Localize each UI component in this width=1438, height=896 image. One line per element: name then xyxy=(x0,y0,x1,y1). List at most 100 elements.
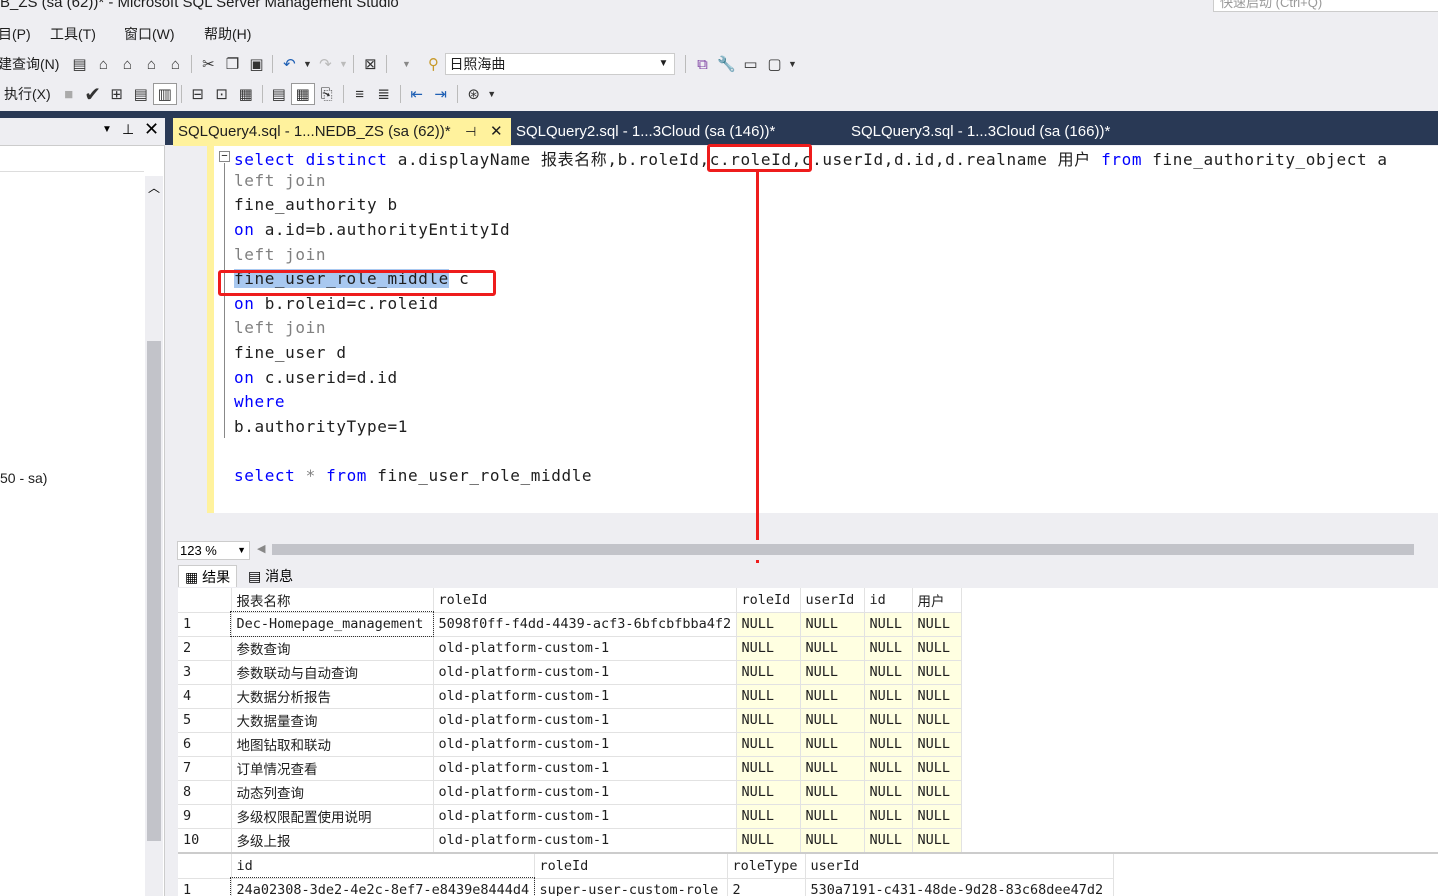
table-row[interactable]: 3 参数联动与自动查询 old-platform-custom-1 NULL NULL N… xyxy=(178,660,962,685)
table-cell[interactable]: old-platform-custom-1 xyxy=(433,708,737,733)
panel-dropdown-icon[interactable]: ▼ xyxy=(102,124,112,135)
scrollbar-thumb[interactable] xyxy=(147,341,161,841)
table-cell[interactable]: NULL xyxy=(912,828,962,853)
table-cell[interactable]: 多级上报 xyxy=(231,828,434,853)
table-cell[interactable]: NULL xyxy=(800,732,865,757)
redo-dropdown-icon[interactable]: ▼ xyxy=(337,53,349,75)
row-number[interactable]: 2 xyxy=(178,636,232,661)
zoom-select[interactable]: 123 % ▼ xyxy=(177,541,250,560)
close-icon[interactable]: ✕ xyxy=(144,119,159,140)
table-cell[interactable]: NULL xyxy=(864,804,913,829)
table-cell[interactable]: 2 xyxy=(727,878,806,896)
table-cell[interactable]: NULL xyxy=(864,780,913,805)
stop-icon[interactable]: ■ xyxy=(57,83,81,105)
include-plan-icon[interactable]: ▤ xyxy=(267,83,291,105)
table-cell[interactable]: NULL xyxy=(912,756,962,781)
table-row[interactable]: 8 动态列查询 old-platform-custom-1 NULL NULL NULL N… xyxy=(178,780,962,805)
table-cell[interactable]: old-platform-custom-1 xyxy=(433,804,737,829)
column-header[interactable]: 报表名称 xyxy=(231,588,434,613)
menu-window[interactable]: 窗口(W) xyxy=(124,24,175,44)
table-cell[interactable]: 大数据量查询 xyxy=(231,708,434,733)
table-cell[interactable]: old-platform-custom-1 xyxy=(433,780,737,805)
table-cell[interactable]: NULL xyxy=(736,660,801,685)
xmla-icon[interactable]: ⌂ xyxy=(139,53,163,75)
toolbox-icon[interactable]: ▭ xyxy=(738,53,762,75)
row-number[interactable]: 5 xyxy=(178,708,232,733)
table-cell[interactable]: NULL xyxy=(736,828,801,853)
table-cell[interactable]: super-user-custom-role xyxy=(534,878,728,896)
mdx-icon[interactable]: ⌂ xyxy=(91,53,115,75)
console-icon[interactable]: ▢ xyxy=(762,53,786,75)
copy-icon[interactable]: ❐ xyxy=(220,53,244,75)
dax-icon[interactable]: ⌂ xyxy=(163,53,187,75)
grid-results-icon[interactable]: ▦ xyxy=(290,83,315,105)
connection-node[interactable]: 50 - sa) xyxy=(0,470,47,486)
table-cell[interactable]: NULL xyxy=(736,708,801,733)
table-row[interactable]: 2 参数查询 old-platform-custom-1 NULL NULL NULL NU… xyxy=(178,636,962,661)
table-cell[interactable]: 大数据分析报告 xyxy=(231,684,434,709)
table-cell[interactable]: 530a7191-c431-48de-9d28-83c68dee47d2 xyxy=(805,878,1114,896)
execute-button[interactable]: 执行(X) xyxy=(4,84,51,104)
results-grid-2[interactable]: id roleId roleType userId 1 24a02308-3de2… xyxy=(178,854,1114,896)
close-icon[interactable]: ✕ xyxy=(490,118,503,146)
column-header[interactable]: userId xyxy=(800,588,865,613)
increase-indent-icon[interactable]: ⇥ xyxy=(429,83,453,105)
table-cell[interactable]: 多级权限配置使用说明 xyxy=(231,804,434,829)
pin-icon[interactable]: ⊣ xyxy=(465,118,476,146)
column-header[interactable]: roleId xyxy=(534,854,728,879)
table-row[interactable]: 5 大数据量查询 old-platform-custom-1 NULL NULL NULL… xyxy=(178,708,962,733)
menu-project[interactable]: 目(P) xyxy=(0,24,31,44)
specify-values-icon[interactable]: ⊛ xyxy=(462,83,486,105)
row-number[interactable]: 4 xyxy=(178,684,232,709)
table-cell[interactable]: NULL xyxy=(800,828,865,853)
table-cell[interactable]: NULL xyxy=(736,804,801,829)
table-cell[interactable]: NULL xyxy=(800,708,865,733)
row-number[interactable]: 7 xyxy=(178,756,232,781)
tab-sqlquery4[interactable]: SQLQuery4.sql - 1...NEDB_ZS (sa (62))* ⊣… xyxy=(173,118,511,146)
cut-icon[interactable]: ✂ xyxy=(196,53,220,75)
table-cell[interactable]: 5098f0ff-f4dd-4439-acf3-6bfcbfbba4f2 xyxy=(433,612,737,637)
table-cell[interactable]: NULL xyxy=(864,660,913,685)
table-cell[interactable]: old-platform-custom-1 xyxy=(433,684,737,709)
table-cell[interactable]: NULL xyxy=(736,684,801,709)
menu-tools[interactable]: 工具(T) xyxy=(50,24,96,44)
table-cell[interactable]: old-platform-custom-1 xyxy=(433,756,737,781)
tab-results[interactable]: ▦ 结果 xyxy=(178,565,238,587)
results-grid-1[interactable]: 报表名称 roleId roleId userId id 用户 1 Dec-Hom… xyxy=(178,588,962,853)
column-header[interactable]: userId xyxy=(805,854,1114,879)
query-options-icon[interactable]: ⊡ xyxy=(210,83,234,105)
table-cell[interactable]: NULL xyxy=(912,780,962,805)
table-cell[interactable]: NULL xyxy=(864,828,913,853)
table-cell[interactable]: NULL xyxy=(912,636,962,661)
column-header[interactable]: 用户 xyxy=(912,588,962,613)
table-cell[interactable]: 地图钻取和联动 xyxy=(231,732,434,757)
table-cell[interactable]: NULL xyxy=(864,612,913,637)
table-cell[interactable]: NULL xyxy=(800,684,865,709)
scroll-up-icon[interactable]: ︿ xyxy=(148,179,160,196)
row-number[interactable]: 1 xyxy=(178,612,232,637)
table-row[interactable]: 7 订单情况查看 old-platform-custom-1 NULL NULL NULL… xyxy=(178,756,962,781)
pin-icon[interactable]: ⊥ xyxy=(122,121,134,138)
table-cell[interactable]: NULL xyxy=(800,660,865,685)
table-row[interactable]: 6 地图钻取和联动 old-platform-custom-1 NULL NULL NUL… xyxy=(178,732,962,757)
new-query-button[interactable]: 建查询(N) xyxy=(0,54,59,74)
table-cell[interactable]: NULL xyxy=(800,612,865,637)
row-number[interactable]: 10 xyxy=(178,828,232,853)
column-header[interactable]: roleId xyxy=(736,588,801,613)
vs-icon[interactable]: ⧉ xyxy=(690,53,714,75)
hscroll-thumb[interactable] xyxy=(272,544,1414,555)
table-cell[interactable]: NULL xyxy=(912,660,962,685)
wrench-icon[interactable]: 🔧 xyxy=(714,53,738,75)
collapse-icon[interactable]: − xyxy=(219,151,230,162)
overflow-icon[interactable]: ▼ xyxy=(786,53,798,75)
design-query-icon[interactable]: ⊟ xyxy=(186,83,210,105)
tab-sqlquery3[interactable]: SQLQuery3.sql - 1...3Cloud (sa (166))* xyxy=(846,118,1182,146)
table-cell[interactable]: NULL xyxy=(736,636,801,661)
table-cell[interactable]: old-platform-custom-1 xyxy=(433,660,737,685)
table-cell[interactable]: Dec-Homepage_management xyxy=(230,611,434,637)
redo-icon[interactable]: ↷ xyxy=(313,53,337,75)
table-cell[interactable]: NULL xyxy=(864,636,913,661)
table-cell[interactable]: 24a02308-3de2-4e2c-8ef7-e8439e8444d4 xyxy=(230,877,535,896)
table-row[interactable]: 9 多级权限配置使用说明 old-platform-custom-1 NULL NULL… xyxy=(178,804,962,829)
row-number[interactable]: 6 xyxy=(178,732,232,757)
